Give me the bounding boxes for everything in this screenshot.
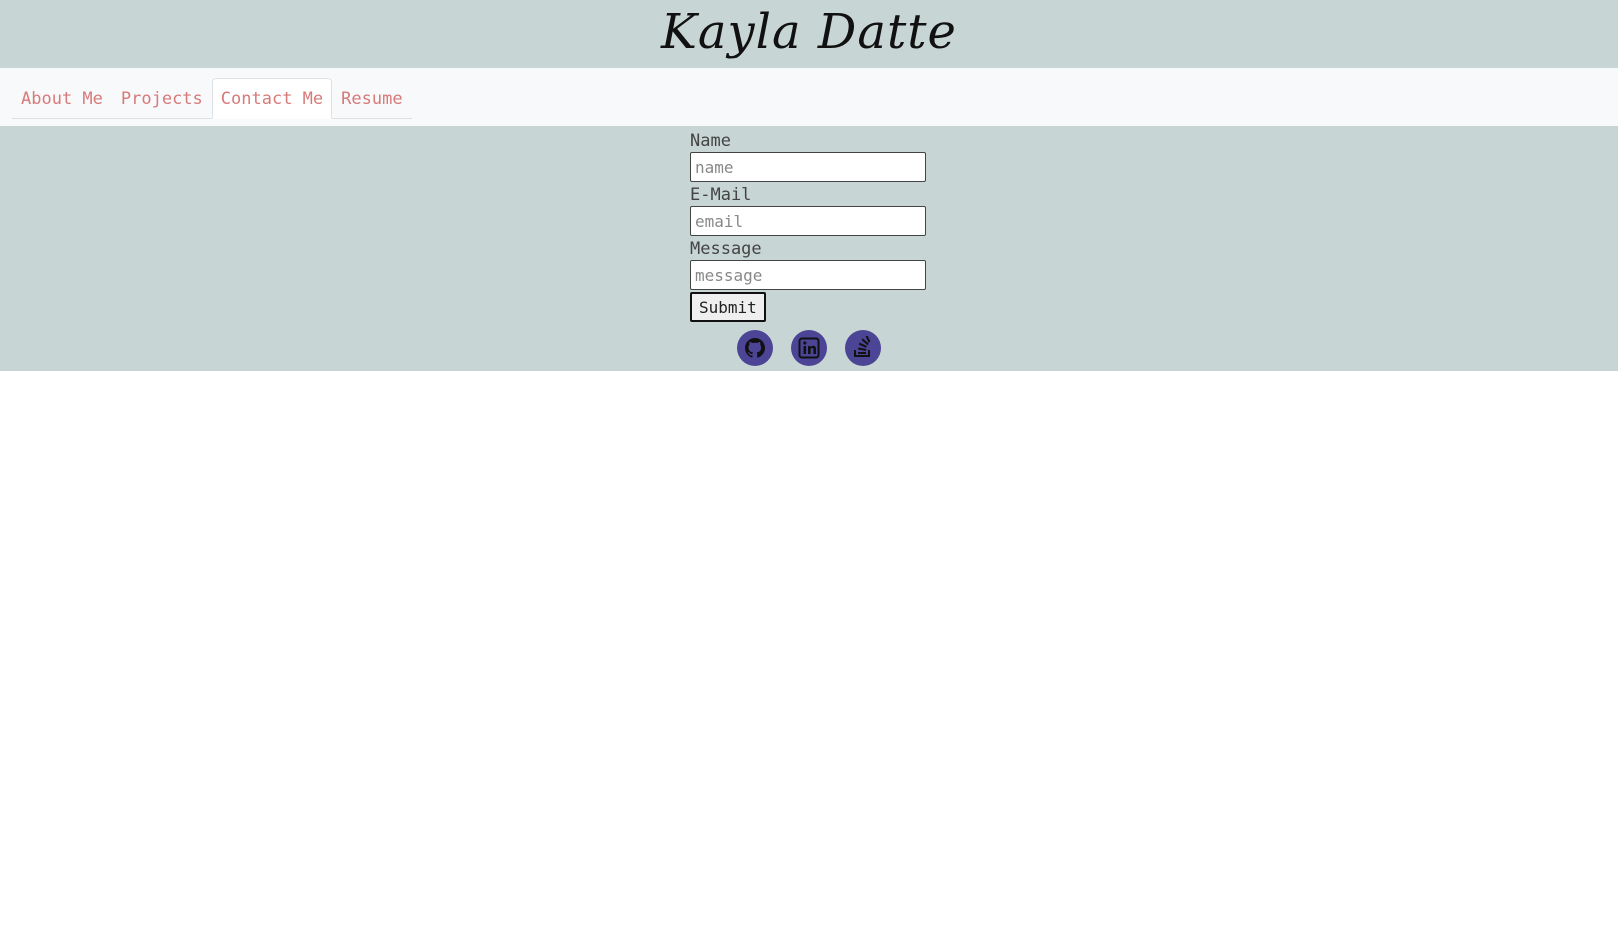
stackoverflow-icon [854, 336, 871, 357]
github-link[interactable] [737, 330, 773, 366]
linkedin-link[interactable] [791, 330, 827, 366]
social-links [690, 330, 928, 366]
navbar: About Me Projects Contact Me Resume [0, 68, 1618, 126]
github-icon [745, 338, 765, 358]
linkedin-icon [798, 337, 820, 359]
name-label: Name [690, 131, 731, 151]
tab-about-me[interactable]: About Me [12, 78, 112, 119]
nav-tabs: About Me Projects Contact Me Resume [12, 76, 412, 119]
email-input[interactable] [690, 206, 926, 236]
tab-resume[interactable]: Resume [332, 78, 411, 119]
tab-projects[interactable]: Projects [112, 78, 212, 119]
stackoverflow-link[interactable] [845, 330, 881, 366]
email-label: E-Mail [690, 185, 752, 205]
tab-contact-me[interactable]: Contact Me [211, 78, 333, 119]
contact-section: Name E-Mail Message Submit [0, 126, 1618, 371]
message-label: Message [690, 239, 762, 259]
contact-form: Name E-Mail Message Submit [690, 130, 928, 371]
site-header: Kayla Datte [0, 0, 1618, 68]
submit-button[interactable]: Submit [690, 292, 766, 322]
name-input[interactable] [690, 152, 926, 182]
message-input[interactable] [690, 260, 926, 290]
site-title: Kayla Datte [661, 4, 957, 60]
